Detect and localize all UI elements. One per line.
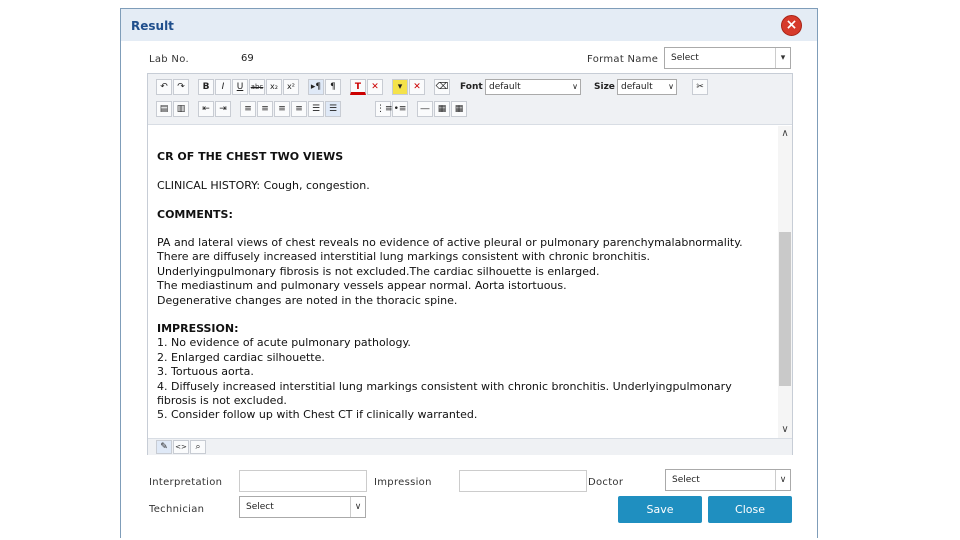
chevron-down-icon: ▾ xyxy=(775,48,790,68)
close-icon[interactable]: × xyxy=(781,15,802,36)
size-label: Size xyxy=(594,82,615,92)
editor-scrollbar[interactable]: ∧ ∨ xyxy=(778,126,792,438)
lab-no-value: 69 xyxy=(241,53,254,64)
technician-select-value: Select xyxy=(246,502,274,512)
underline-icon[interactable]: U xyxy=(232,79,248,95)
impression-label: Impression xyxy=(374,477,432,488)
eraser-icon[interactable]: ⌫ xyxy=(434,79,450,95)
dialog-title: Result xyxy=(131,19,174,33)
impression-line: 5. Consider follow up with Chest CT if c… xyxy=(157,408,478,421)
cut-icon[interactable]: ✂ xyxy=(692,79,708,95)
highlight-icon[interactable]: ▾ xyxy=(392,79,408,95)
undo-icon[interactable]: ↶ xyxy=(156,79,172,95)
horizontal-rule-icon[interactable]: ― xyxy=(417,101,433,117)
align-justify-icon[interactable]: ≡ xyxy=(291,101,307,117)
dialog-header: Result × xyxy=(121,9,817,41)
format-name-select[interactable]: Select ▾ xyxy=(664,47,791,69)
align-full-icon[interactable]: ☰ xyxy=(308,101,324,117)
ltr-icon[interactable]: ▸¶ xyxy=(308,79,324,95)
italic-icon[interactable]: I xyxy=(215,79,231,95)
impression-line: 4. Diffusely increased interstitial lung… xyxy=(157,380,732,393)
doctor-select-value: Select xyxy=(672,475,700,485)
lab-no-label: Lab No. xyxy=(149,54,189,65)
technician-select[interactable]: Select ∨ xyxy=(239,496,366,518)
impression-heading: IMPRESSION: xyxy=(157,322,239,335)
editor-content[interactable]: CR OF THE CHEST TWO VIEWS CLINICAL HISTO… xyxy=(148,126,776,436)
result-dialog: Result × Lab No. 69 Format Name Select ▾… xyxy=(120,8,818,538)
chevron-up-icon[interactable]: ∧ xyxy=(778,128,792,139)
superscript-icon[interactable]: x² xyxy=(283,79,299,95)
doctor-select[interactable]: Select ∨ xyxy=(665,469,791,491)
size-select[interactable]: default ∨ xyxy=(617,79,677,95)
editor-mode-bar: ✎ <> ⌕ xyxy=(148,438,792,455)
ordered-list-icon[interactable]: ⋮≡ xyxy=(375,101,393,117)
format-name-select-value: Select xyxy=(671,53,699,63)
block-icon[interactable]: ☰ xyxy=(325,101,341,117)
impression-line: 2. Enlarged cardiac silhouette. xyxy=(157,351,325,364)
preview-mode-icon[interactable]: ⌕ xyxy=(190,440,206,454)
clear-highlight-icon[interactable]: ✕ xyxy=(409,79,425,95)
design-mode-icon[interactable]: ✎ xyxy=(156,440,172,454)
rich-text-editor: ↶ ↷ B I U abc x₂ x² ▸¶ ¶ T ✕ ▾ ✕ ⌫ Font … xyxy=(147,73,793,455)
comment-line: PA and lateral views of chest reveals no… xyxy=(157,236,743,249)
chevron-down-icon: ∨ xyxy=(572,82,578,91)
comment-line: The mediastinum and pulmonary vessels ap… xyxy=(157,279,567,292)
size-select-value: default xyxy=(621,82,653,92)
interpretation-label: Interpretation xyxy=(149,477,223,488)
align-left-icon[interactable]: ≡ xyxy=(240,101,256,117)
html-mode-icon[interactable]: <> xyxy=(173,440,189,454)
save-button[interactable]: Save xyxy=(618,496,702,523)
paste-text-icon[interactable]: ▥ xyxy=(173,101,189,117)
strikethrough-icon[interactable]: abc xyxy=(249,79,265,95)
font-label: Font xyxy=(460,82,483,92)
impression-line: 1. No evidence of acute pulmonary pathol… xyxy=(157,336,411,349)
align-right-icon[interactable]: ≡ xyxy=(274,101,290,117)
redo-icon[interactable]: ↷ xyxy=(173,79,189,95)
text-color-icon[interactable]: T xyxy=(350,79,366,95)
outdent-icon[interactable]: ⇤ xyxy=(198,101,214,117)
impression-line: 3. Tortuous aorta. xyxy=(157,365,254,378)
unordered-list-icon[interactable]: •≡ xyxy=(392,101,408,117)
technician-label: Technician xyxy=(149,504,205,515)
doctor-label: Doctor xyxy=(588,477,624,488)
subscript-icon[interactable]: x₂ xyxy=(266,79,282,95)
chevron-down-icon: ∨ xyxy=(775,470,790,490)
chevron-down-icon: ∨ xyxy=(668,82,674,91)
comment-line: There are diffusely increased interstiti… xyxy=(157,250,650,263)
font-select-value: default xyxy=(489,82,521,92)
report-heading: CR OF THE CHEST TWO VIEWS xyxy=(157,150,344,163)
insert-table-icon[interactable]: ▦ xyxy=(434,101,450,117)
format-name-label: Format Name xyxy=(587,54,659,65)
comment-line: Underlyingpulmonary fibrosis is not excl… xyxy=(157,265,600,278)
scroll-thumb[interactable] xyxy=(779,232,791,386)
indent-icon[interactable]: ⇥ xyxy=(215,101,231,117)
paragraph-icon[interactable]: ¶ xyxy=(325,79,341,95)
clear-text-color-icon[interactable]: ✕ xyxy=(367,79,383,95)
editor-toolbar: ↶ ↷ B I U abc x₂ x² ▸¶ ¶ T ✕ ▾ ✕ ⌫ Font … xyxy=(148,74,792,125)
chevron-down-icon: ∨ xyxy=(350,497,365,517)
interpretation-input[interactable] xyxy=(239,470,367,492)
align-center-icon[interactable]: ≡ xyxy=(257,101,273,117)
impression-line: fibrosis is not excluded. xyxy=(157,394,287,407)
table-properties-icon[interactable]: ▦ xyxy=(451,101,467,117)
chevron-down-icon[interactable]: ∨ xyxy=(778,424,792,435)
font-select[interactable]: default ∨ xyxy=(485,79,581,95)
close-button[interactable]: Close xyxy=(708,496,792,523)
clinical-history: CLINICAL HISTORY: Cough, congestion. xyxy=(157,179,370,192)
comments-heading: COMMENTS: xyxy=(157,208,233,221)
paste-icon[interactable]: ▤ xyxy=(156,101,172,117)
comment-line: Degenerative changes are noted in the th… xyxy=(157,294,458,307)
bold-icon[interactable]: B xyxy=(198,79,214,95)
impression-input[interactable] xyxy=(459,470,587,492)
